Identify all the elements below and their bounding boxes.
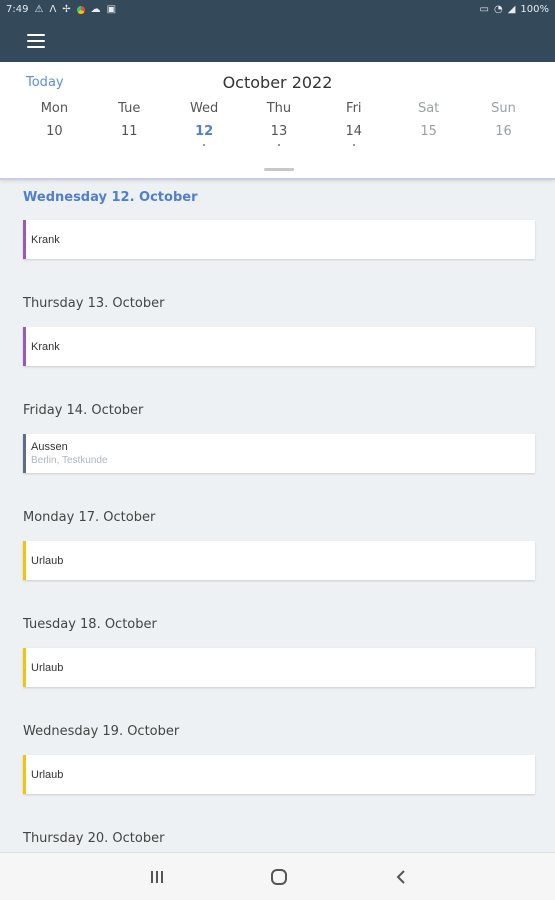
event-card[interactable]: Aussen Berlin, Testkunde [23,434,535,473]
event-card[interactable]: Urlaub [23,541,535,580]
day-number: 13 [270,124,288,139]
week-row: Mon 10 Tue 11 Wed 12 Thu 13 Fri 14 Sat 1… [17,98,541,146]
day-monday[interactable]: Mon 10 [17,98,92,146]
battery-level: 100% [520,4,549,15]
system-nav-bar [0,852,555,900]
event-title: Urlaub [31,554,64,567]
event-title: Krank [31,233,60,246]
event-title: Krank [31,340,60,353]
event-color-bar [23,327,26,366]
day-heading: Thursday 13. October [23,296,165,311]
pinwheel-icon: ✢ [62,4,71,15]
day-name: Fri [346,101,362,116]
event-card[interactable]: Krank [23,220,535,259]
day-heading: Thursday 20. October [23,831,165,846]
status-time: 7:49 [6,4,29,15]
signal-icon: ◢ [507,4,516,15]
status-bar: 7:49 ⚠ Ʌ ✢ ☁ ▣ ▭ ◔ ◢ 100% [0,0,555,19]
day-name: Thu [266,101,292,116]
event-location: Berlin, Testkunde [31,455,108,466]
day-number: 10 [46,124,63,139]
event-title: Urlaub [31,768,64,781]
recent-apps-icon[interactable] [145,865,169,889]
day-name: Sat [417,101,440,116]
day-heading: Wednesday 12. October [23,190,198,205]
event-card[interactable]: Krank [23,327,535,366]
day-heading: Tuesday 18. October [23,617,157,632]
event-color-bar [23,541,26,580]
month-title: October 2022 [222,73,333,92]
event-card[interactable]: Urlaub [23,755,535,794]
event-color-bar [23,648,26,687]
day-number: 16 [495,124,512,139]
day-heading: Friday 14. October [23,403,144,418]
event-indicator-dot [352,144,355,146]
vibrate-icon: ▭ [479,4,489,15]
back-icon[interactable] [389,865,413,889]
event-title: Urlaub [31,661,64,674]
day-name: Tue [118,101,141,116]
event-card[interactable]: Urlaub [23,648,535,687]
menu-icon[interactable] [27,33,45,48]
cloud-icon: ☁ [90,4,101,15]
day-name: Sun [491,101,516,116]
day-heading: Monday 17. October [23,510,156,525]
chrome-icon [76,5,85,14]
day-number: 14 [345,124,363,139]
day-number: 12 [195,124,214,139]
app-notification-icon: Ʌ [49,4,57,15]
day-tuesday[interactable]: Tue 11 [92,98,167,146]
calendar-drag-handle[interactable] [264,168,294,171]
day-wednesday-selected[interactable]: Wed 12 [167,98,242,146]
day-number: 15 [420,124,437,139]
document-icon: ▣ [106,4,117,15]
day-name: Wed [189,101,219,116]
event-color-bar [23,434,26,473]
wifi-icon: ◔ [493,4,503,15]
warning-icon: ⚠ [34,4,44,15]
day-friday[interactable]: Fri 14 [316,98,391,146]
event-color-bar [23,220,26,259]
event-color-bar [23,755,26,794]
day-number: 11 [120,124,138,139]
event-indicator-dot [203,144,206,146]
day-saturday[interactable]: Sat 15 [391,98,466,146]
day-thursday[interactable]: Thu 13 [242,98,317,146]
event-title: Aussen [31,441,68,453]
home-icon[interactable] [267,865,291,889]
week-calendar: Today October 2022 Mon 10 Tue 11 Wed 12 … [0,62,555,180]
event-indicator-dot [277,144,280,146]
agenda-list: Wednesday 12. October Krank Thursday 13.… [0,182,555,852]
day-heading: Wednesday 19. October [23,724,180,739]
app-bar [0,19,555,62]
day-sunday[interactable]: Sun 16 [466,98,541,146]
day-name: Mon [40,101,69,116]
